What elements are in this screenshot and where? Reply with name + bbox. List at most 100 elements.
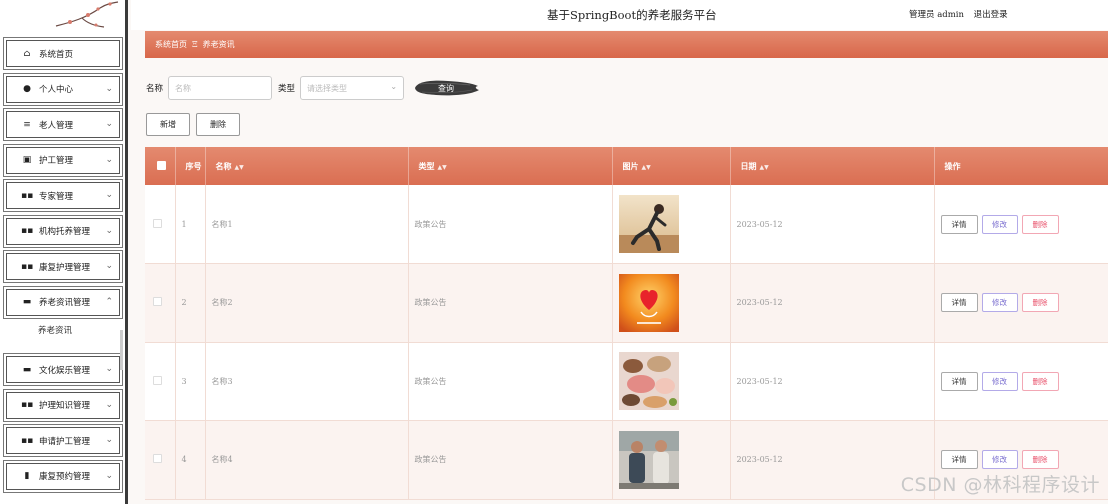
row-operations: 详情 修改 删除 [934,263,1108,343]
table-header: 序号 名称 ▲▼ 类型 ▲▼ 图片 ▲▼ 日期 ▲▼ 操作 [145,147,1108,185]
column-header-date[interactable]: 日期 ▲▼ [730,147,935,185]
row-image-cell [612,263,731,343]
column-header-image[interactable]: 图片 ▲▼ [612,147,731,185]
detail-button[interactable]: 详情 [940,450,978,470]
column-header-name[interactable]: 名称 ▲▼ [205,147,409,185]
csdn-watermark: CSDN @林科程序设计 [900,474,1100,496]
chevron-down-icon: ⌄ [105,435,113,445]
row-type: 政策公告 [408,263,613,343]
row-checkbox[interactable] [153,375,162,385]
row-select-cell [145,342,176,421]
sort-icon: ▲▼ [759,163,769,171]
sidebar-item-elderly-news-management[interactable]: ▬ 养老资讯管理 ⌃ [6,288,120,316]
heart-poster[interactable] [618,273,679,332]
row-operations: 详情 修改 删除 [934,185,1108,264]
type-select[interactable]: 请选择类型 ⌄ [300,76,405,100]
sidebar-scrollbar[interactable] [120,330,123,370]
sidebar-item-label: 专家管理 [39,191,74,202]
chevron-down-icon: ⌄ [105,190,113,200]
bar-chart-icon: ▮ [24,471,30,481]
column-header-type[interactable]: 类型 ▲▼ [408,147,613,185]
action-toolbar: 新增 删除 [146,113,246,136]
sidebar-item-rehab-appointment[interactable]: ▮ 康复预约管理 ⌄ [6,462,120,490]
breadcrumb: 系统首页 Ξ 养老资讯 [145,31,1108,58]
food-photo[interactable] [618,352,679,411]
delete-button[interactable]: 删除 [1021,214,1059,234]
edit-button[interactable]: 修改 [981,371,1018,391]
breadcrumb-home[interactable]: 系统首页 [155,39,187,50]
edit-button[interactable]: 修改 [981,214,1018,234]
sidebar-item-label: 康复预约管理 [39,472,91,482]
table-row: 2 名称2 政策公告 2023-05-12 详情 修改 删除 [145,263,1108,343]
select-all-checkbox[interactable] [157,160,166,170]
type-select-placeholder: 请选择类型 [307,83,348,93]
batch-delete-button[interactable]: 删除 [196,113,240,136]
row-index: 1 [175,185,206,264]
sidebar-item-elder-management[interactable]: ≡ 老人管理 ⌄ [6,111,120,138]
sidebar-item-label: 文化娱乐管理 [39,365,91,376]
row-date: 2023-05-12 [730,263,935,343]
row-select-cell [145,185,176,264]
grid-icon: ▪▪ [21,435,34,446]
sidebar-item-label: 康复护理管理 [39,262,91,273]
row-checkbox[interactable] [153,297,162,307]
sidebar-item-label: 申请护工管理 [39,436,91,447]
row-image-cell [612,420,731,500]
clipboard-icon: ▣ [22,155,32,165]
detail-button[interactable]: 详情 [940,293,978,313]
delete-button[interactable]: 删除 [1021,293,1059,313]
sidebar-item-label: 系统首页 [39,49,74,60]
sort-icon: ▲▼ [641,163,651,171]
grid-icon: ▪▪ [21,226,34,236]
sidebar-item-label: 老人管理 [39,120,74,131]
sidebar-item-rehab-nursing[interactable]: ▪▪ 康复护理管理 ⌄ [6,253,120,280]
chevron-down-icon: ⌄ [105,364,113,374]
search-button[interactable]: 查询 [412,78,480,98]
add-button[interactable]: 新增 [146,113,190,136]
detail-button[interactable]: 详情 [940,214,978,234]
sidebar-item-culture-entertainment[interactable]: ▬ 文化娱乐管理 ⌄ [6,356,120,383]
sidebar-item-nursing-knowledge[interactable]: ▪▪ 护理知识管理 ⌄ [6,391,120,419]
monitor-icon: ▬ [22,364,32,375]
sort-icon: ▲▼ [234,163,244,171]
sidebar: ⌂ 系统首页 ● 个人中心 ⌄ ≡ 老人管理 ⌄ ▣ 护工管理 ⌄ ▪▪ 专家管… [0,0,128,504]
people-photo[interactable] [618,430,679,489]
row-type: 政策公告 [408,185,613,264]
logout-link[interactable]: 退出登录 [974,10,1008,20]
column-header-operations: 操作 [934,147,1108,185]
name-label: 名称 [146,84,164,94]
delete-button[interactable]: 删除 [1021,371,1059,391]
breadcrumb-separator: Ξ [192,40,198,49]
sidebar-item-caregiver-management[interactable]: ▣ 护工管理 ⌄ [6,146,120,174]
name-search-input[interactable] [168,76,273,100]
sidebar-item-home[interactable]: ⌂ 系统首页 [6,40,120,67]
sidebar-item-caregiver-application[interactable]: ▪▪ 申请护工管理 ⌄ [6,427,120,454]
sidebar-item-expert-management[interactable]: ▪▪ 专家管理 ⌄ [6,182,120,209]
row-checkbox[interactable] [153,454,162,464]
top-header: 基于SpringBoot的养老服务平台 管理员 admin 退出登录 [131,0,1108,30]
monitor-icon: ▬ [22,297,32,307]
select-all-cell [145,147,176,185]
edit-button[interactable]: 修改 [981,293,1018,313]
delete-button[interactable]: 删除 [1021,450,1059,470]
sidebar-item-label: 护理知识管理 [39,401,91,411]
row-checkbox[interactable] [153,218,162,228]
edit-button[interactable]: 修改 [981,450,1018,470]
grid-icon: ▪▪ [21,190,34,201]
sidebar-subitem-elderly-news[interactable]: 养老资讯 [6,320,120,346]
user-area: 管理员 admin 退出登录 [909,8,1008,20]
row-type: 政策公告 [408,342,613,421]
sort-icon: ▲▼ [437,163,447,171]
sidebar-menu: ⌂ 系统首页 ● 个人中心 ⌄ ≡ 老人管理 ⌄ ▣ 护工管理 ⌄ ▪▪ 专家管… [6,40,120,498]
chevron-down-icon: ⌄ [105,154,113,165]
chevron-down-icon: ⌄ [105,119,113,129]
table-row: 1 名称1 政策公告 2023-05-12 详情 修改 删除 [145,185,1108,264]
current-user: 管理员 admin [909,10,964,20]
plum-blossom-decoration [55,1,119,28]
detail-button[interactable]: 详情 [940,371,978,391]
sidebar-item-institution-care[interactable]: ▪▪ 机构托养管理 ⌄ [6,217,120,245]
row-date: 2023-05-12 [730,185,935,264]
sidebar-item-personal-center[interactable]: ● 个人中心 ⌄ [6,75,120,103]
runner-photo[interactable] [618,195,679,253]
chevron-down-icon: ⌄ [390,82,398,91]
